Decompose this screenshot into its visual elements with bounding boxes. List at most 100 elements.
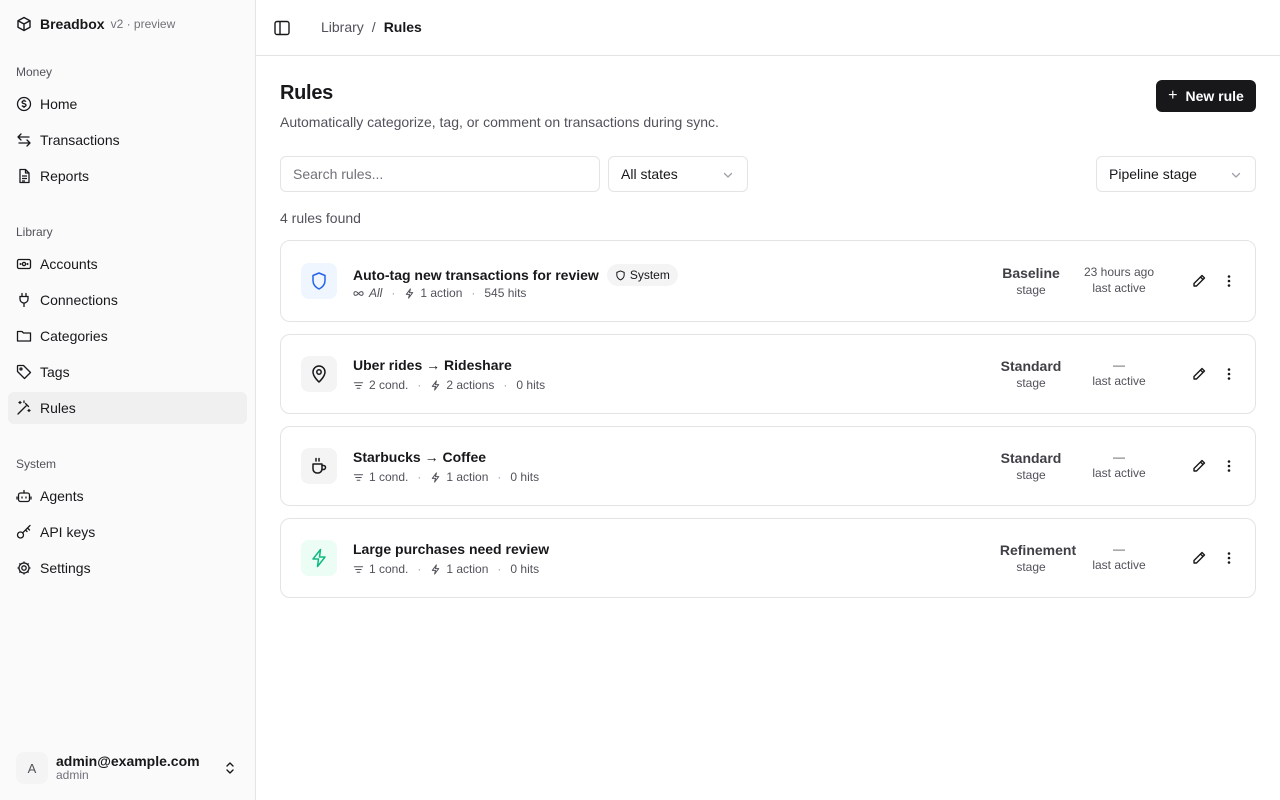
rule-last-active: — last active [1092,450,1146,480]
rule-name: Starbucks → Coffee [353,449,487,465]
sidebar-item-rules[interactable]: Rules [8,392,247,424]
new-rule-label: New rule [1185,88,1244,104]
more-vertical-icon[interactable] [1219,271,1239,291]
rule-card[interactable]: Auto-tag new transactions for review Sys… [280,240,1256,322]
rule-conditions: All [369,286,383,300]
sidebar-item-tags[interactable]: Tags [8,356,247,388]
filter-lines-icon [353,381,364,389]
folder-icon [16,328,32,344]
lightning-icon [432,563,440,575]
chevron-down-icon [1229,168,1243,182]
lightning-icon [432,471,440,483]
sidebar-item-label: Reports [40,168,90,184]
search-input[interactable] [280,156,600,192]
user-menu[interactable]: A admin@example.com admin [16,752,246,784]
rule-hits: 0 hits [510,470,540,484]
rule-stage: Refinement stage [999,542,1077,574]
sidebar-item-home[interactable]: Home [8,88,247,120]
results-count: 4 rules found [280,210,361,226]
breadcrumb-separator: / [371,19,376,35]
user-email: admin@example.com [56,753,200,770]
rule-card[interactable]: Starbucks → Coffee 1 cond. · 1 action · … [280,426,1256,506]
rule-conditions: 1 cond. [369,562,409,576]
arrows-swap-icon [16,132,32,148]
state-filter-select[interactable]: All states [608,156,748,192]
rule-hits: 0 hits [516,378,546,392]
sidebar-item-label: Accounts [40,256,98,272]
rule-actions: 2 actions [446,378,495,392]
new-rule-button[interactable]: + New rule [1156,80,1256,112]
sidebar-item-connections[interactable]: Connections [8,284,247,316]
shield-small-icon [616,269,625,280]
breadcrumb-current: Rules [383,19,422,35]
rule-card[interactable]: Large purchases need review 1 cond. · 1 … [280,518,1256,598]
brand-name: Breadbox [40,16,105,32]
more-vertical-icon[interactable] [1219,456,1239,476]
rule-name: Auto-tag new transactions for review [353,267,599,283]
rule-meta: All · 1 action · 545 hits [353,286,526,300]
wallet-icon [16,256,32,272]
section-label-system: System [16,457,57,471]
avatar: A [16,752,48,784]
sidebar-item-categories[interactable]: Categories [8,320,247,352]
rule-meta: 1 cond. · 1 action · 0 hits [353,562,539,576]
lightning-icon [301,540,337,576]
user-role: admin [56,768,89,783]
plug-icon [16,292,32,308]
edit-pencil-icon[interactable] [1189,456,1209,476]
page-subtitle: Automatically categorize, tag, or commen… [280,114,719,130]
rule-actions: 1 action [420,286,463,300]
breadcrumb: Library / Rules [321,19,422,35]
filter-lines-icon [353,565,364,573]
edit-pencil-icon[interactable] [1189,364,1209,384]
tag-icon [16,364,32,380]
sidebar-item-reports[interactable]: Reports [8,160,247,192]
sidebar-item-label: Settings [40,560,91,576]
chevrons-up-down-icon[interactable] [222,760,238,776]
rule-last-active: — last active [1092,542,1146,572]
rule-actions: 1 action [446,562,489,576]
brand[interactable]: Breadbox v2 · preview [16,15,175,33]
sidebar-item-agents[interactable]: Agents [8,480,247,512]
plus-icon: + [1168,87,1178,104]
magic-wand-icon [16,400,32,416]
sidebar-item-label: Agents [40,488,84,504]
sidebar-item-settings[interactable]: Settings [8,552,247,584]
brand-version: v2 · preview [110,17,176,31]
edit-pencil-icon[interactable] [1189,548,1209,568]
topbar: Library / Rules [256,0,1280,56]
sidebar-item-accounts[interactable]: Accounts [8,248,247,280]
stage-filter-select[interactable]: Pipeline stage [1096,156,1256,192]
sidebar-item-transactions[interactable]: Transactions [8,124,247,156]
rule-card[interactable]: Uber rides → Rideshare 2 cond. · 2 actio… [280,334,1256,414]
lightning-icon [406,287,414,299]
key-icon [16,524,32,540]
rule-stage: Standard stage [1000,450,1062,482]
section-label-money: Money [16,65,53,79]
sidebar-item-api-keys[interactable]: API keys [8,516,247,548]
more-vertical-icon[interactable] [1219,548,1239,568]
rule-last-active: — last active [1092,358,1146,388]
rule-name: Uber rides → Rideshare [353,357,512,373]
coffee-icon [301,448,337,484]
rule-actions: 1 action [446,470,489,484]
rule-conditions: 1 cond. [369,470,409,484]
sidebar-toggle-icon[interactable] [273,19,291,37]
sidebar-item-label: API keys [40,524,96,540]
stage-filter-value: Pipeline stage [1109,166,1197,182]
sidebar-item-label: Home [40,96,78,112]
rule-last-active: 23 hours ago last active [1083,265,1155,295]
sidebar: Breadbox v2 · preview Money Home Transac… [0,0,256,800]
gear-icon [16,560,32,576]
more-vertical-icon[interactable] [1219,364,1239,384]
rule-hits: 545 hits [484,286,527,300]
bot-icon [16,488,32,504]
sidebar-item-label: Rules [40,400,76,416]
sidebar-item-label: Transactions [40,132,120,148]
rule-name: Large purchases need review [353,541,550,557]
dollar-circle-icon [16,96,32,112]
rule-conditions: 2 cond. [369,378,409,392]
edit-pencil-icon[interactable] [1189,271,1209,291]
breadcrumb-library[interactable]: Library [321,19,364,35]
rule-stage: Standard stage [1000,358,1062,390]
